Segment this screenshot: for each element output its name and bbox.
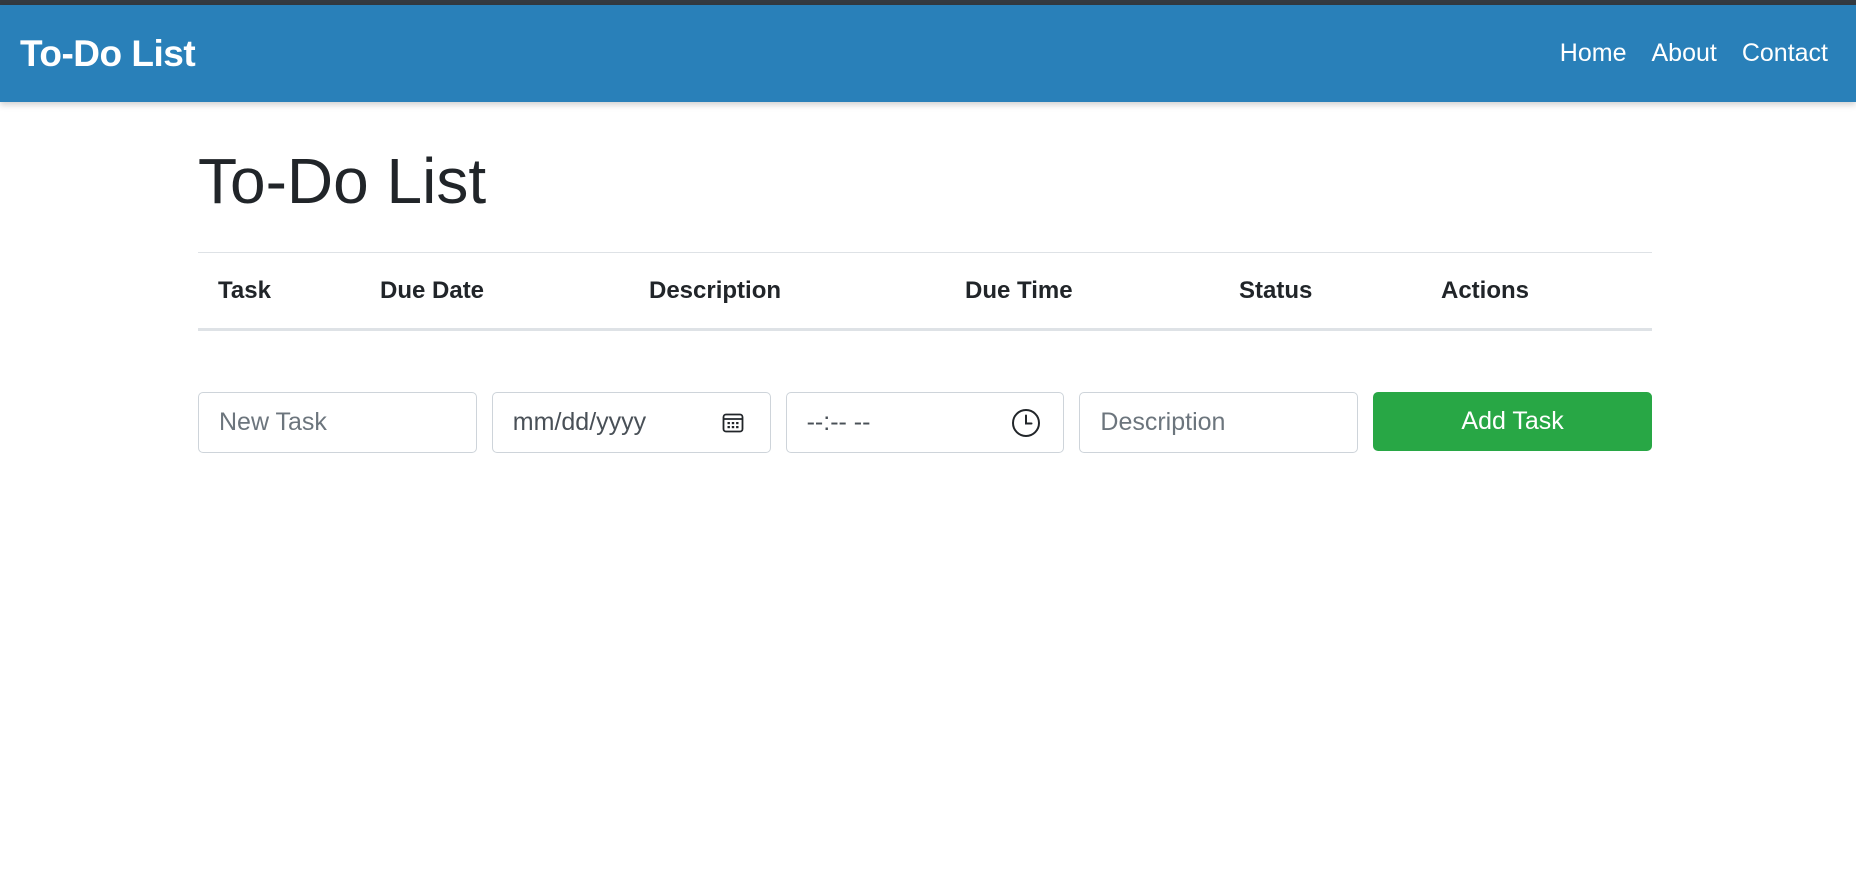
nav-links: Home About Contact: [1560, 39, 1828, 68]
nav-link-contact[interactable]: Contact: [1742, 39, 1828, 68]
task-table: Task Due Date Description Due Time Statu…: [198, 252, 1652, 331]
nav-link-home[interactable]: Home: [1560, 39, 1627, 68]
description-field: [1079, 392, 1359, 453]
due-time-field[interactable]: --:-- --: [785, 392, 1065, 453]
nav-link-about[interactable]: About: [1651, 39, 1716, 68]
navbar: To-Do List Home About Contact: [0, 5, 1856, 102]
add-task-form: mm/dd/yyyy --:-- --: [198, 392, 1652, 453]
clock-icon[interactable]: [1011, 408, 1041, 438]
new-task-input[interactable]: [199, 393, 476, 452]
column-header-task: Task: [218, 276, 271, 304]
calendar-icon[interactable]: [718, 408, 748, 438]
column-header-due-time: Due Time: [965, 276, 1073, 304]
column-header-due-date: Due Date: [380, 276, 485, 304]
table-header-row: Task Due Date Description Due Time Statu…: [198, 252, 1652, 330]
column-header-actions: Actions: [1441, 276, 1530, 304]
description-input[interactable]: [1080, 393, 1358, 452]
page-title: To-Do List: [198, 145, 487, 217]
add-task-button[interactable]: Add Task: [1373, 392, 1652, 451]
column-header-description: Description: [649, 276, 782, 304]
task-field: [198, 392, 477, 453]
column-header-status: Status: [1239, 276, 1313, 304]
navbar-brand[interactable]: To-Do List: [20, 33, 196, 75]
due-date-field[interactable]: mm/dd/yyyy: [491, 392, 771, 453]
